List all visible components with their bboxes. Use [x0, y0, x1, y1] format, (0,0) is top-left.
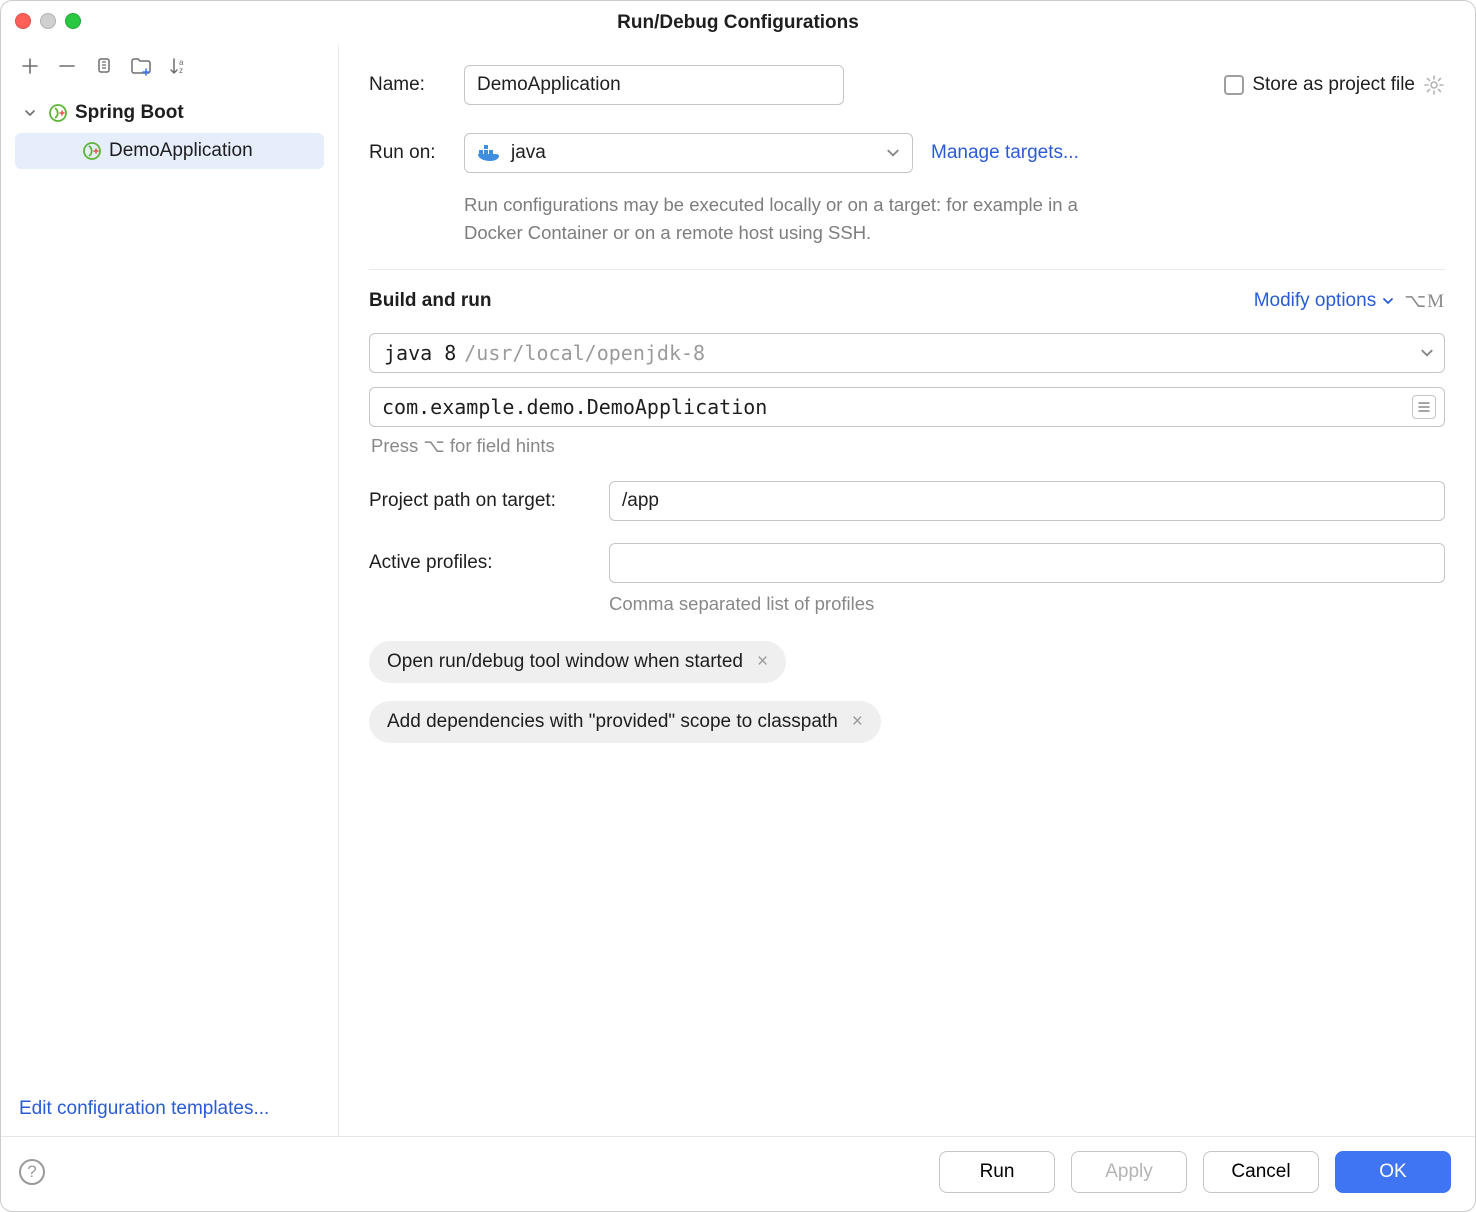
edit-templates-link[interactable]: Edit configuration templates...	[19, 1098, 269, 1119]
name-label: Name:	[369, 74, 464, 96]
config-tree: Spring Boot DemoApplication	[1, 91, 338, 1086]
titlebar: Run/Debug Configurations	[1, 1, 1475, 45]
tree-item-demo-application[interactable]: DemoApplication	[15, 133, 324, 169]
pill-remove-icon[interactable]: ×	[848, 711, 867, 733]
profiles-hint: Comma separated list of profiles	[609, 593, 1445, 615]
main-class-input[interactable]: com.example.demo.DemoApplication	[369, 387, 1445, 427]
manage-targets-link[interactable]: Manage targets...	[931, 142, 1079, 164]
chevron-down-icon	[1420, 346, 1434, 360]
spring-boot-icon	[81, 140, 103, 162]
modify-options-shortcut: ⌥M	[1404, 290, 1445, 313]
window-minimize[interactable]	[40, 13, 56, 29]
modify-options-label: Modify options	[1254, 290, 1377, 312]
remove-icon[interactable]	[56, 55, 78, 77]
pill-remove-icon[interactable]: ×	[753, 651, 772, 673]
ok-button[interactable]: OK	[1335, 1151, 1451, 1193]
cancel-button[interactable]: Cancel	[1203, 1151, 1319, 1193]
chevron-down-icon	[886, 146, 900, 160]
option-pill-provided-scope: Add dependencies with "provided" scope t…	[369, 701, 881, 743]
active-profiles-label: Active profiles:	[369, 552, 609, 574]
add-icon[interactable]	[19, 55, 41, 77]
tree-item-spring-boot[interactable]: Spring Boot	[9, 95, 330, 131]
option-pill-tool-window: Open run/debug tool window when started …	[369, 641, 786, 683]
main-panel: Name: Store as project file Run on: java	[339, 45, 1475, 1136]
tree-item-label: Spring Boot	[75, 102, 184, 124]
runon-label: Run on:	[369, 142, 464, 164]
project-path-input[interactable]	[609, 481, 1445, 521]
copy-icon[interactable]	[93, 55, 115, 77]
pill-label: Open run/debug tool window when started	[387, 651, 743, 673]
name-input[interactable]	[464, 65, 844, 105]
folder-add-icon[interactable]	[130, 55, 152, 77]
window-maximize[interactable]	[65, 13, 81, 29]
jdk-path: /usr/local/openjdk-8	[464, 341, 705, 365]
jdk-label: java 8	[384, 341, 456, 365]
window-title: Run/Debug Configurations	[617, 12, 859, 34]
active-profiles-input[interactable]	[609, 543, 1445, 583]
docker-icon	[477, 144, 501, 162]
gear-icon[interactable]	[1423, 74, 1445, 96]
jdk-select[interactable]: java 8 /usr/local/openjdk-8	[369, 333, 1445, 373]
tree-item-label: DemoApplication	[109, 140, 253, 162]
runon-value: java	[511, 142, 546, 164]
browse-class-icon[interactable]	[1412, 395, 1436, 419]
window-close[interactable]	[15, 13, 31, 29]
apply-button[interactable]: Apply	[1071, 1151, 1187, 1193]
bottom-bar: ? Run Apply Cancel OK	[1, 1136, 1475, 1211]
main-class-value: com.example.demo.DemoApplication	[382, 395, 767, 419]
sort-icon[interactable]: az	[167, 55, 189, 77]
store-label: Store as project file	[1252, 74, 1415, 96]
sidebar-toolbar: az	[1, 45, 338, 91]
modify-options-link[interactable]: Modify options	[1254, 290, 1395, 312]
runon-select[interactable]: java	[464, 133, 913, 173]
run-button[interactable]: Run	[939, 1151, 1055, 1193]
pill-label: Add dependencies with "provided" scope t…	[387, 711, 838, 733]
divider	[369, 269, 1445, 270]
runon-description: Run configurations may be executed local…	[464, 191, 1084, 247]
chevron-down-icon	[19, 107, 41, 119]
svg-text:z: z	[179, 66, 183, 75]
sidebar: az Spring Boot DemoApplic	[1, 45, 339, 1136]
project-path-label: Project path on target:	[369, 490, 609, 512]
spring-boot-icon	[47, 102, 69, 124]
store-checkbox[interactable]	[1224, 75, 1244, 95]
build-run-title: Build and run	[369, 290, 491, 312]
field-hint: Press ⌥ for field hints	[371, 435, 1445, 457]
help-icon[interactable]: ?	[19, 1159, 45, 1185]
